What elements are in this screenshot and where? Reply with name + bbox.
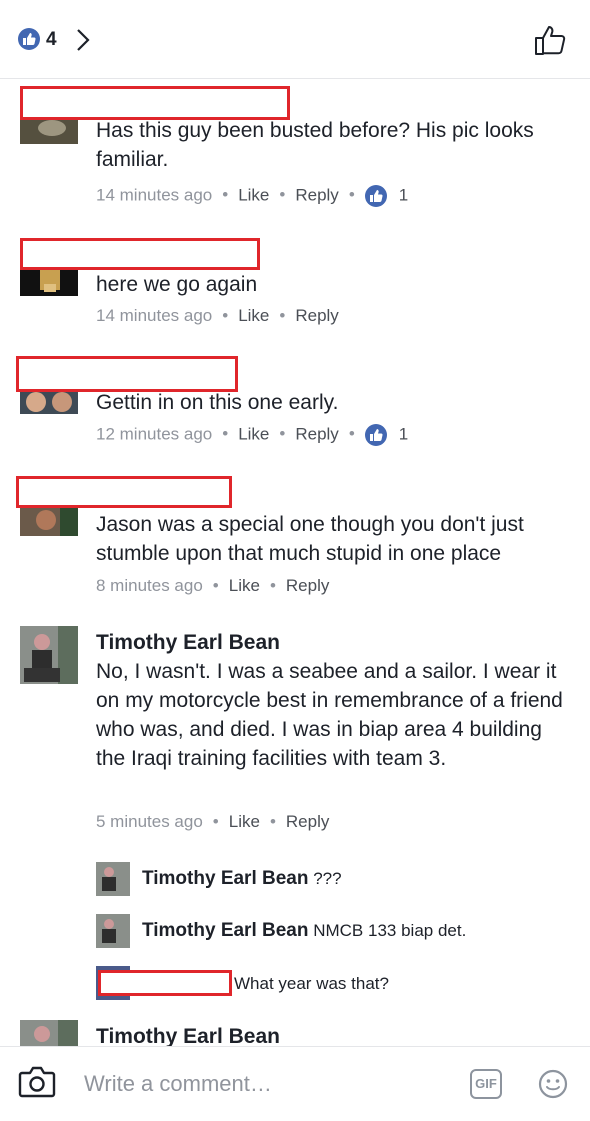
comment-meta: 12 minutes ago • Like • Reply • 1 (96, 424, 408, 446)
reply-link[interactable]: Reply (286, 576, 329, 595)
timestamp: 12 minutes ago (96, 424, 213, 444)
avatar[interactable] (20, 626, 78, 684)
reactions-header: 4 (0, 0, 590, 79)
timestamp: 5 minutes ago (96, 812, 203, 831)
reply-text: What year was that? (234, 974, 389, 993)
reply-link[interactable]: Reply (286, 812, 329, 831)
like-reaction-icon[interactable] (364, 185, 387, 207)
redacted-name (16, 356, 238, 392)
reply-link[interactable]: Reply (295, 185, 338, 204)
redacted-name (20, 238, 260, 270)
commenter-name[interactable]: Timothy Earl Bean (96, 628, 576, 657)
reply-link[interactable]: Reply (295, 306, 338, 325)
like-reaction-icon[interactable] (18, 28, 40, 50)
reply-item: What year was that? (96, 966, 576, 1002)
camera-icon[interactable] (18, 1065, 56, 1099)
like-link[interactable]: Like (229, 576, 260, 595)
like-link[interactable]: Like (238, 424, 269, 443)
timestamp: 14 minutes ago (96, 185, 213, 205)
chevron-right-icon[interactable] (74, 27, 92, 53)
comment-text: Jason was a special one though you don't… (96, 513, 524, 565)
reply-link[interactable]: Reply (295, 424, 338, 443)
reply-item: Timothy Earl Bean NMCB 133 biap det. (96, 914, 576, 950)
comment-text: No, I wasn't. I was a seabee and a sailo… (96, 660, 563, 770)
redacted-name (98, 970, 232, 996)
avatar[interactable] (96, 862, 130, 896)
comment-text: Gettin in on this one early. (96, 391, 339, 414)
avatar[interactable] (20, 1020, 78, 1046)
reaction-count[interactable]: 1 (399, 424, 408, 443)
commenter-name[interactable]: Timothy Earl Bean (142, 868, 308, 889)
reply-item: Timothy Earl Bean ??? (96, 862, 576, 898)
gif-button[interactable]: GIF (470, 1069, 502, 1099)
comment-text: here we go again (96, 273, 258, 296)
reply-text: NMCB 133 biap det. (313, 921, 467, 940)
comment-meta: 5 minutes ago • Like • Reply (96, 812, 330, 831)
redacted-name (16, 476, 232, 508)
redacted-name (20, 86, 290, 120)
like-outline-icon[interactable] (534, 24, 568, 56)
avatar[interactable] (96, 914, 130, 948)
comment-body: Timothy Earl Bean No, I wasn't. I was a … (96, 628, 576, 773)
comment-composer: Write a comment… GIF (0, 1046, 590, 1121)
comment-meta: 8 minutes ago • Like • Reply (96, 576, 330, 595)
comment-meta: 14 minutes ago • Like • Reply • 1 (96, 185, 408, 207)
emoji-icon[interactable] (538, 1069, 568, 1099)
reaction-count[interactable]: 1 (399, 185, 408, 204)
reply-content: Timothy Earl Bean ??? (142, 868, 342, 890)
timestamp: 14 minutes ago (96, 306, 213, 325)
like-link[interactable]: Like (238, 185, 269, 204)
like-reaction-icon[interactable] (364, 424, 387, 446)
like-link[interactable]: Like (229, 812, 260, 831)
comment-input[interactable]: Write a comment… (84, 1071, 272, 1097)
comment-meta: 14 minutes ago • Like • Reply (96, 306, 339, 325)
reply-text: ??? (313, 869, 342, 888)
reply-content: Timothy Earl Bean NMCB 133 biap det. (142, 920, 466, 942)
timestamp: 8 minutes ago (96, 576, 203, 595)
like-link[interactable]: Like (238, 306, 269, 325)
comment-text: Has this guy been busted before? His pic… (96, 119, 534, 171)
reaction-count[interactable]: 4 (46, 29, 57, 51)
commenter-name[interactable]: Timothy Earl Bean (142, 920, 308, 941)
avatar[interactable] (20, 504, 78, 536)
